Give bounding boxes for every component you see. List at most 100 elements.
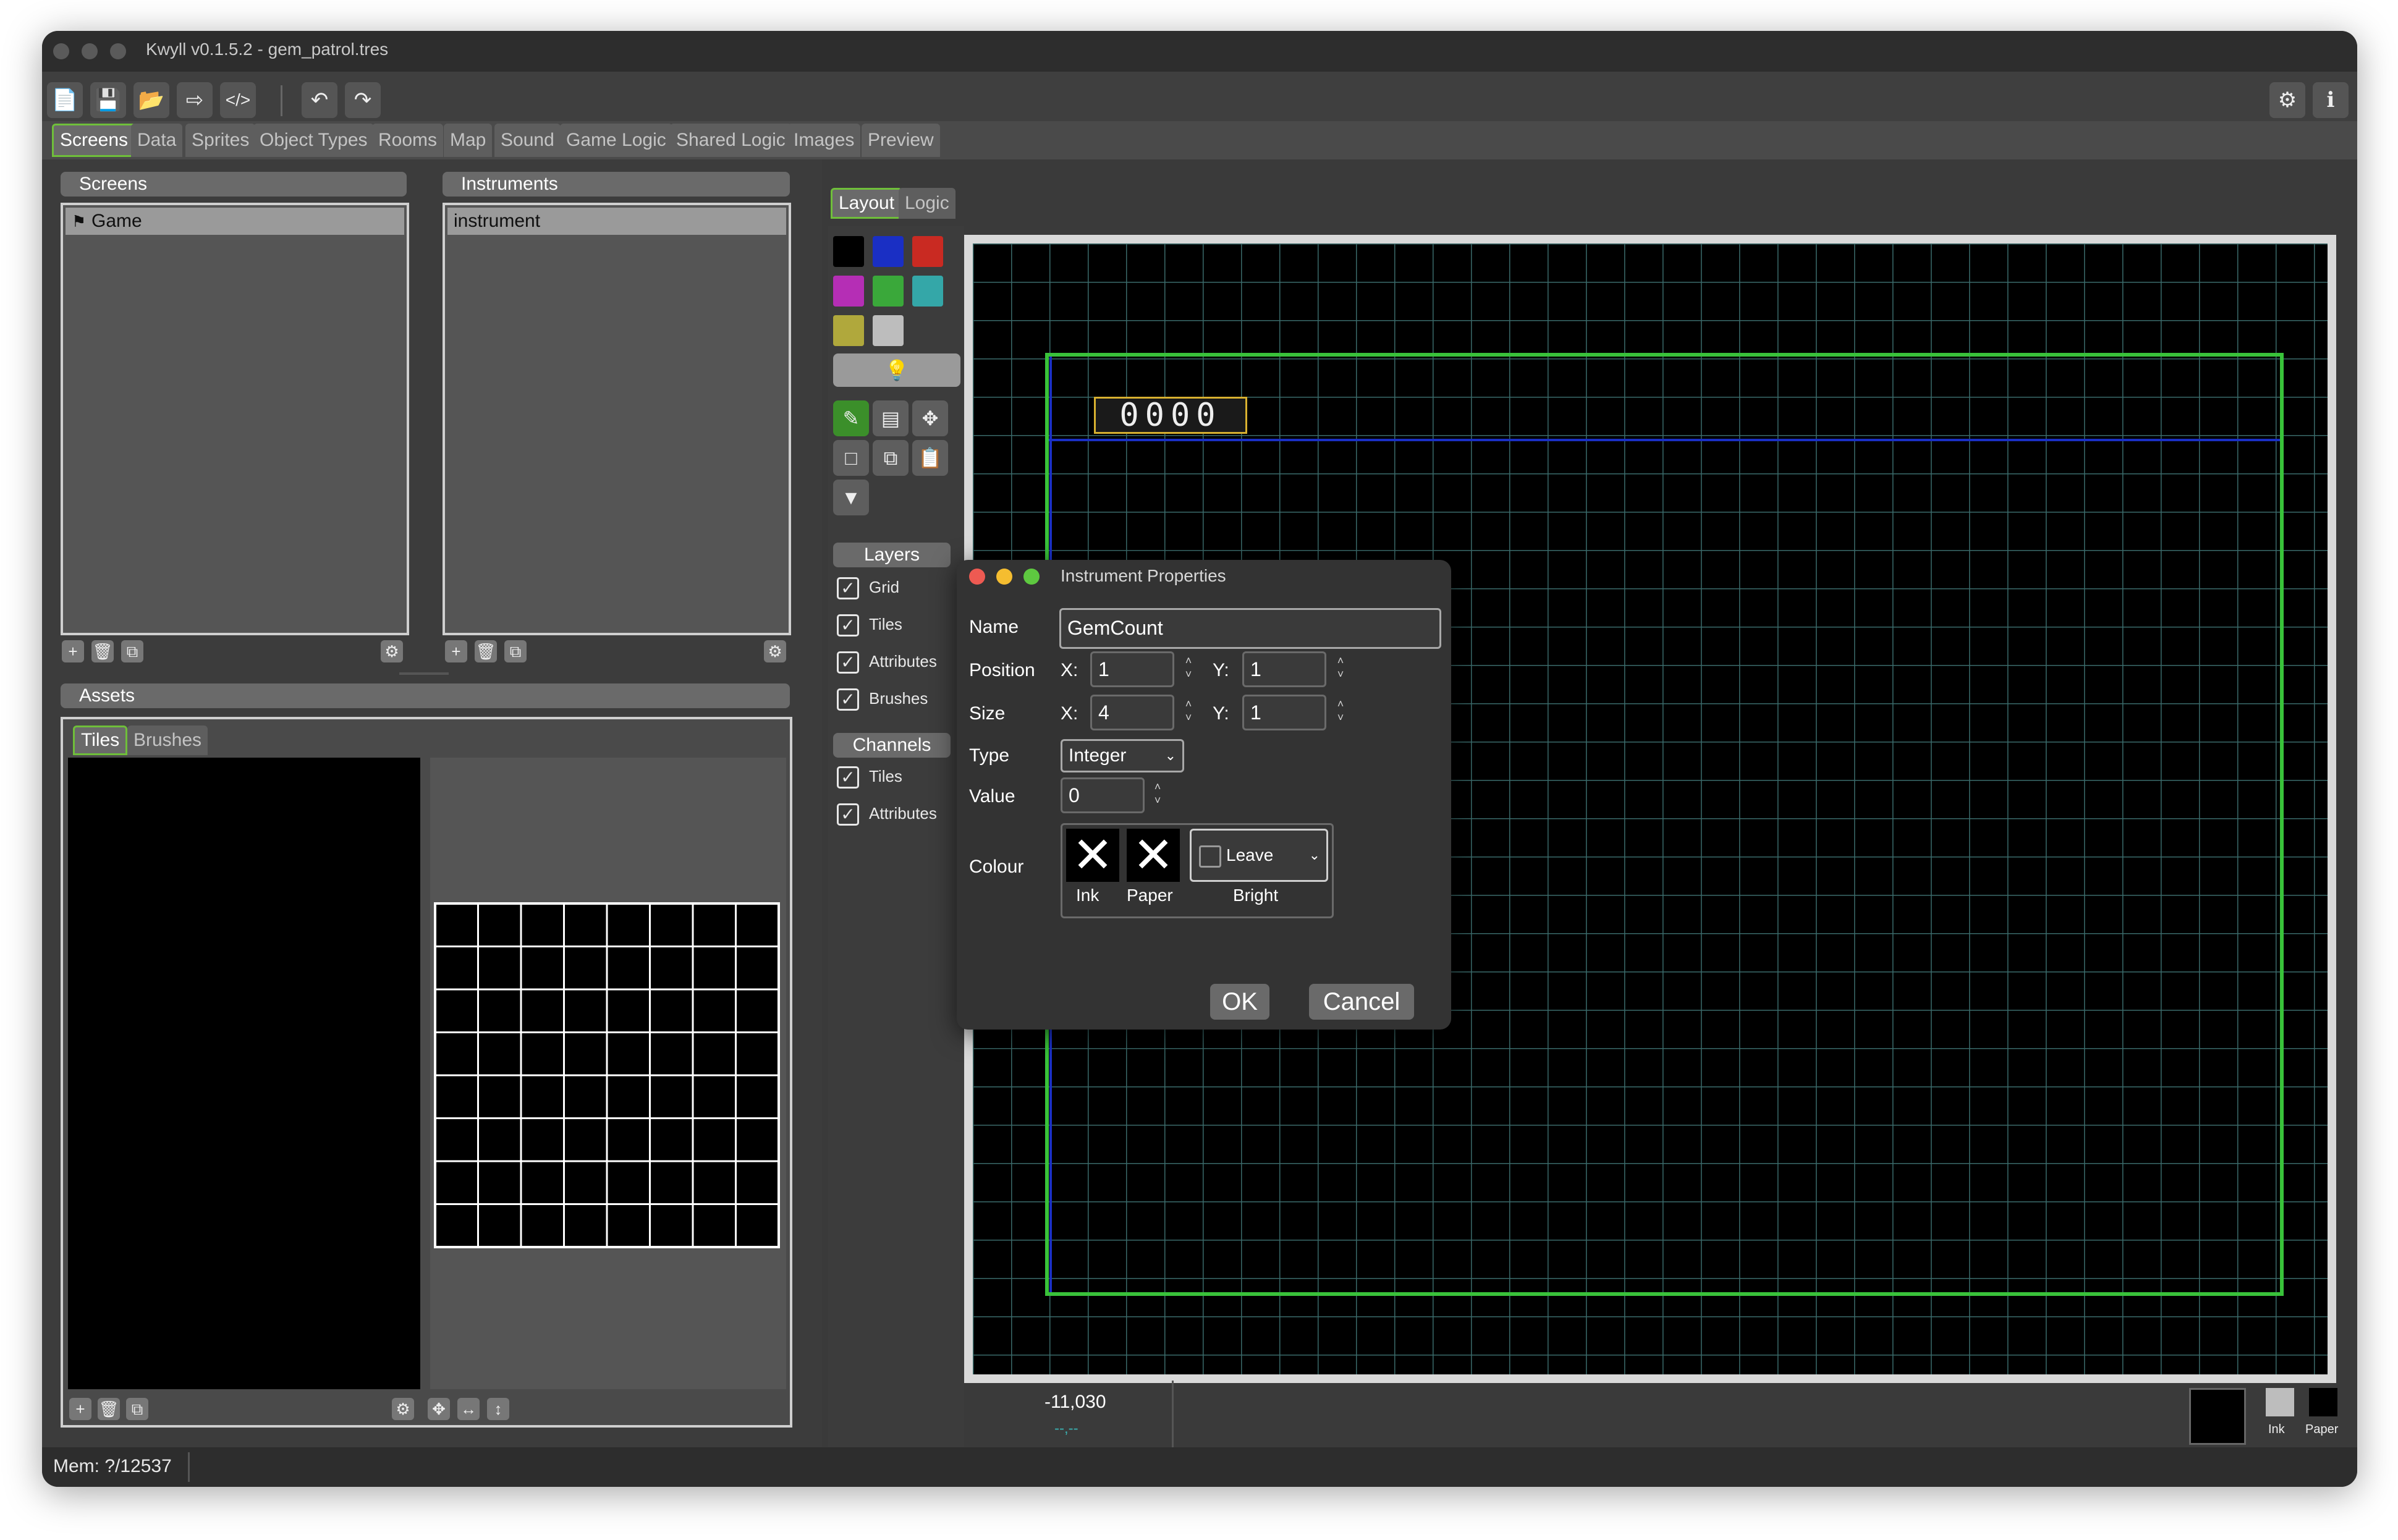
stamp-icon[interactable]: ▼ <box>833 480 869 515</box>
status-bar: Mem: ?/12537 <box>42 1447 2357 1487</box>
palette-cyan[interactable] <box>912 276 943 307</box>
splitter-handle[interactable] <box>399 672 449 675</box>
palette-yellow[interactable] <box>833 315 864 346</box>
type-select[interactable]: Integer ⌄ <box>1061 739 1184 772</box>
undo-icon[interactable]: ↶ <box>302 82 337 118</box>
name-input[interactable]: GemCount <box>1059 608 1441 649</box>
move-icon[interactable]: ✥ <box>912 400 948 436</box>
palette-magenta[interactable] <box>833 276 864 307</box>
open-folder-icon[interactable]: 📂 <box>133 82 169 118</box>
dialog-minimize-button[interactable] <box>996 569 1012 585</box>
tab-shared-logic[interactable]: Shared Logic <box>670 124 792 157</box>
tab-sound[interactable]: Sound <box>494 124 561 157</box>
size-y-label: Y: <box>1213 703 1229 724</box>
ink-close-icon[interactable]: ✕ <box>1066 829 1119 882</box>
code-icon[interactable]: </> <box>220 82 256 118</box>
tile-editor-grid[interactable] <box>434 902 780 1248</box>
tile-list[interactable] <box>68 758 420 1389</box>
position-y-stepper[interactable]: ˄ ˅ <box>1331 654 1350 681</box>
value-stepper[interactable]: ˄ ˅ <box>1148 780 1167 807</box>
instruments-list[interactable]: instrument <box>443 203 791 635</box>
save-icon[interactable]: 💾 <box>90 82 126 118</box>
tab-layout[interactable]: Layout <box>831 188 903 219</box>
export-icon[interactable]: ⇨ <box>177 82 213 118</box>
dialog-close-button[interactable] <box>969 569 985 585</box>
list-item[interactable]: instrument <box>447 208 786 235</box>
screens-list[interactable]: ⚑ Game <box>61 203 409 635</box>
bright-label: Bright <box>1233 886 1279 905</box>
position-x-input[interactable]: 1 <box>1090 651 1174 687</box>
tab-preview[interactable]: Preview <box>862 124 940 157</box>
tab-tiles[interactable]: Tiles <box>73 726 128 755</box>
list-item[interactable]: ⚑ Game <box>66 208 404 235</box>
tab-screens[interactable]: Screens <box>52 124 137 157</box>
channel-tiles-checkbox[interactable]: ✓ Tiles <box>837 763 902 793</box>
screen-settings-icon[interactable]: ⚙ <box>381 640 403 662</box>
palette-green[interactable] <box>873 276 904 307</box>
tab-brushes[interactable]: Brushes <box>127 726 208 755</box>
instrument-preview[interactable]: 0000 <box>1094 397 1247 434</box>
splitter[interactable] <box>420 758 430 1389</box>
layer-attributes-checkbox[interactable]: ✓ Attributes <box>837 648 937 679</box>
layer-grid-checkbox[interactable]: ✓ Grid <box>837 573 899 604</box>
cancel-button[interactable]: Cancel <box>1309 984 1414 1020</box>
info-icon[interactable]: ℹ <box>2313 82 2349 118</box>
minimize-window-button[interactable] <box>82 43 98 59</box>
paste-icon[interactable]: 📋 <box>912 440 948 476</box>
flip-horizontal-icon[interactable]: ↔ <box>457 1398 480 1420</box>
new-file-icon[interactable]: 📄 <box>47 82 83 118</box>
redo-icon[interactable]: ↷ <box>345 82 381 118</box>
delete-tile-icon[interactable]: 🗑 <box>98 1398 120 1420</box>
pencil-icon[interactable]: ✎ <box>833 400 869 436</box>
instrument-settings-icon[interactable]: ⚙ <box>764 640 786 662</box>
channel-attributes-checkbox[interactable]: ✓ Attributes <box>837 800 937 831</box>
close-window-button[interactable] <box>53 43 69 59</box>
duplicate-screen-icon[interactable]: ⧉ <box>121 640 143 662</box>
gear-icon[interactable]: ⚙ <box>2269 82 2305 118</box>
add-screen-button[interactable]: + <box>62 640 84 662</box>
size-x-stepper[interactable]: ˄ ˅ <box>1179 697 1198 724</box>
zoom-window-button[interactable] <box>110 43 126 59</box>
delete-instrument-icon[interactable]: 🗑 <box>475 640 497 662</box>
tab-object-types[interactable]: Object Types <box>253 124 374 157</box>
palette-black[interactable] <box>833 236 864 267</box>
duplicate-instrument-icon[interactable]: ⧉ <box>504 640 527 662</box>
tab-rooms[interactable]: Rooms <box>372 124 444 157</box>
ok-button[interactable]: OK <box>1210 984 1269 1020</box>
position-y-input[interactable]: 1 <box>1242 651 1326 687</box>
tab-logic[interactable]: Logic <box>899 188 955 219</box>
delete-screen-icon[interactable]: 🗑 <box>91 640 114 662</box>
add-tile-button[interactable]: + <box>69 1398 91 1420</box>
screens-panel-title: Screens <box>61 172 407 197</box>
paper-close-icon[interactable]: ✕ <box>1127 829 1180 882</box>
dialog-zoom-button[interactable] <box>1023 569 1040 585</box>
size-x-input[interactable]: 4 <box>1090 695 1174 730</box>
bright-select[interactable]: Leave ⌄ <box>1190 829 1328 882</box>
palette-white[interactable] <box>873 315 904 346</box>
paint-roller-icon[interactable]: ▤ <box>873 400 909 436</box>
size-y-input[interactable]: 1 <box>1242 695 1326 730</box>
palette-red[interactable] <box>912 236 943 267</box>
tile-settings-icon[interactable]: ⚙ <box>392 1398 414 1420</box>
layer-brushes-checkbox[interactable]: ✓ Brushes <box>837 685 928 716</box>
tab-game-logic[interactable]: Game Logic <box>560 124 672 157</box>
duplicate-tile-icon[interactable]: ⧉ <box>126 1398 148 1420</box>
ink-swatch[interactable] <box>2266 1388 2294 1416</box>
paper-swatch[interactable] <box>2309 1388 2337 1416</box>
move-icon[interactable]: ✥ <box>428 1398 450 1420</box>
value-input[interactable]: 0 <box>1061 777 1145 813</box>
position-x-stepper[interactable]: ˄ ˅ <box>1179 654 1198 681</box>
add-instrument-button[interactable]: + <box>445 640 467 662</box>
flip-vertical-icon[interactable]: ↕ <box>487 1398 509 1420</box>
layer-tiles-checkbox[interactable]: ✓ Tiles <box>837 611 902 641</box>
tab-map[interactable]: Map <box>444 124 493 157</box>
tab-data[interactable]: Data <box>131 124 183 157</box>
bright-toggle-button[interactable]: 💡 <box>833 353 960 387</box>
tile-preview-area <box>430 758 786 1389</box>
copy-icon[interactable]: ⧉ <box>873 440 909 476</box>
size-y-stepper[interactable]: ˄ ˅ <box>1331 697 1350 724</box>
tab-sprites[interactable]: Sprites <box>185 124 256 157</box>
palette-blue[interactable] <box>873 236 904 267</box>
tab-images[interactable]: Images <box>787 124 861 157</box>
select-area-icon[interactable]: □ <box>833 440 869 476</box>
